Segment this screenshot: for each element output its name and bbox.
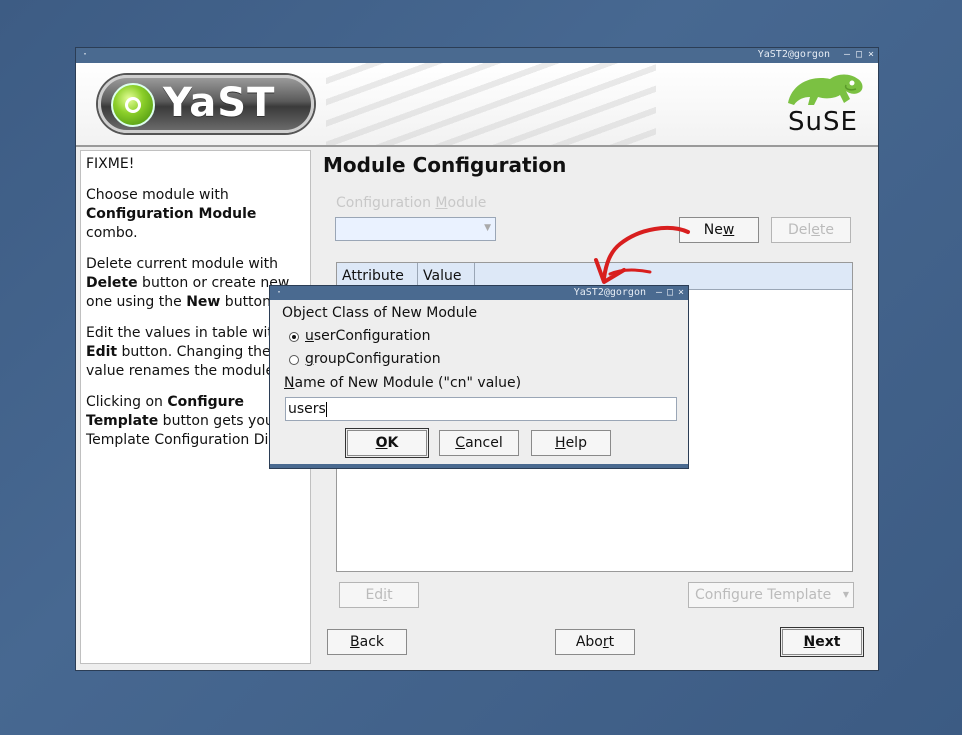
next-button[interactable]: Next — [782, 629, 862, 655]
module-name-input[interactable]: users — [285, 397, 677, 421]
suse-chameleon-icon — [788, 74, 863, 105]
radio-user-configuration[interactable] — [289, 332, 299, 342]
module-name-label: Name of New Module ("cn" value) — [284, 375, 522, 391]
annotation-arrow — [594, 226, 690, 284]
keyboard-background-graphic — [326, 63, 656, 145]
yast-logo-text: YaST — [163, 80, 276, 126]
radio-group-configuration-label[interactable]: groupConfiguration — [305, 351, 441, 367]
dialog-title: YaST2@gorgon — [573, 287, 646, 298]
main-window-title: YaST2@gorgon — [757, 49, 830, 60]
maximize-icon[interactable]: □ — [665, 287, 675, 298]
main-window-titlebar[interactable]: · YaST2@gorgon – □ × — [76, 48, 878, 63]
configuration-module-label: Configuration Module — [336, 195, 487, 211]
suse-logo-text: SuSE — [788, 107, 858, 137]
window-menu-icon[interactable]: · — [276, 287, 282, 298]
chevron-down-icon: ▼ — [842, 590, 849, 599]
yast-ball-icon — [111, 83, 155, 127]
configuration-module-combo[interactable]: ▼ — [335, 217, 496, 241]
help-button[interactable]: Help — [531, 430, 611, 456]
ok-button[interactable]: OK — [347, 430, 427, 456]
radio-user-configuration-label[interactable]: userConfiguration — [305, 328, 430, 344]
help-paragraph: Choose module with Configuration Module … — [86, 187, 261, 241]
delete-button[interactable]: Delete — [771, 217, 851, 243]
help-paragraph: FIXME! — [86, 156, 135, 172]
cancel-button[interactable]: Cancel — [439, 430, 519, 456]
chevron-down-icon: ▼ — [484, 223, 491, 233]
yast-logo: YaST — [98, 75, 314, 133]
yast-banner: YaST SuSE — [76, 63, 878, 147]
window-menu-icon[interactable]: · — [82, 49, 88, 60]
object-class-label: Object Class of New Module — [282, 305, 478, 321]
new-module-dialog: · YaST2@gorgon – □ × Object Class of New… — [269, 285, 689, 469]
back-button[interactable]: Back — [327, 629, 407, 655]
dialog-titlebar[interactable]: · YaST2@gorgon – □ × — [270, 286, 688, 300]
minimize-icon[interactable]: – — [654, 287, 664, 298]
minimize-icon[interactable]: – — [842, 49, 852, 60]
edit-button[interactable]: Edit — [339, 582, 419, 608]
dialog-bottom-border — [270, 464, 688, 468]
close-icon[interactable]: × — [866, 49, 876, 60]
suse-logo: SuSE — [784, 69, 866, 139]
configure-template-button[interactable]: Configure Template ▼ — [688, 582, 854, 608]
dialog-body: Object Class of New Module userConfigura… — [270, 300, 688, 468]
maximize-icon[interactable]: □ — [854, 49, 864, 60]
page-title: Module Configuration — [323, 153, 567, 177]
text-caret — [325, 401, 327, 417]
radio-group-configuration[interactable] — [289, 355, 299, 365]
abort-button[interactable]: Abort — [555, 629, 635, 655]
close-icon[interactable]: × — [676, 287, 686, 298]
